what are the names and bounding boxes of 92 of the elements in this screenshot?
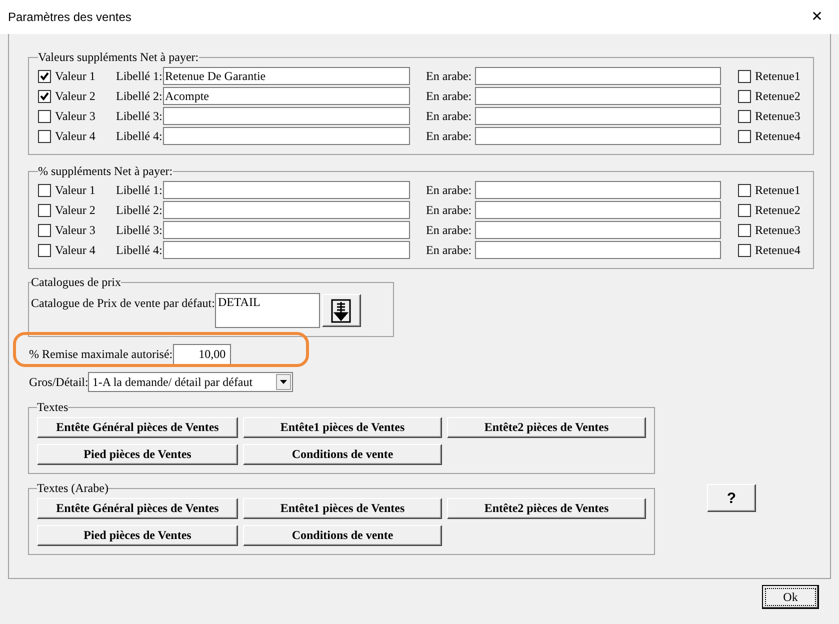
checkbox[interactable] <box>38 224 51 236</box>
text-button[interactable]: Pied pièces de Ventes <box>37 525 238 546</box>
checkbox-label: Valeur 1 <box>55 183 96 197</box>
input-field[interactable]: 10,00 <box>172 344 231 364</box>
checkbox[interactable] <box>738 204 751 216</box>
field-label: Libellé 4: <box>116 129 163 143</box>
checkbox-label: Valeur 2 <box>55 89 96 103</box>
checkbox-label: Valeur 4 <box>55 129 96 143</box>
ok-button[interactable]: Ok <box>762 585 819 609</box>
text-button[interactable]: Pied pièces de Ventes <box>37 444 238 465</box>
checkbox[interactable] <box>38 130 51 142</box>
input-field[interactable] <box>475 87 721 105</box>
field-label: En arabe: <box>426 223 473 237</box>
input-field[interactable] <box>475 201 721 219</box>
checkbox-label: Valeur 3 <box>55 223 96 237</box>
input-field[interactable] <box>475 221 721 239</box>
window-title: Paramètres des ventes <box>8 10 132 24</box>
dropdown[interactable]: 1-A la demande/ détail par défaut <box>88 372 294 392</box>
caret-icon <box>280 380 288 384</box>
checkbox-label: Valeur 1 <box>55 69 96 83</box>
input-field[interactable]: Acompte <box>163 87 410 105</box>
field-label: Libellé 1: <box>116 183 163 197</box>
text-button[interactable]: Conditions de vente <box>243 525 442 546</box>
checkbox-label: Valeur 2 <box>55 203 96 217</box>
checkbox-label: Retenue1 <box>755 69 802 83</box>
checkbox-label: Retenue2 <box>755 89 802 103</box>
group-title: Textes (Arabe) <box>37 481 108 495</box>
checkbox[interactable] <box>738 90 751 102</box>
checkbox[interactable] <box>38 70 51 82</box>
input-field[interactable] <box>475 181 721 199</box>
field-label: En arabe: <box>426 129 473 143</box>
input-field[interactable]: Retenue De Garantie <box>163 67 410 85</box>
checkbox[interactable] <box>38 244 51 256</box>
checkbox[interactable] <box>738 70 751 82</box>
checkbox-label: Retenue4 <box>755 129 802 143</box>
group-title: Catalogues de prix <box>31 275 121 289</box>
input-field[interactable] <box>475 127 721 145</box>
checkbox[interactable] <box>738 110 751 122</box>
input-field[interactable] <box>475 241 721 259</box>
field-label: Catalogue de Prix de vente par défaut: <box>31 296 215 310</box>
field-label: Libellé 2: <box>116 89 163 103</box>
field-label: Libellé 2: <box>116 203 163 217</box>
checkbox[interactable] <box>38 110 51 122</box>
text-button[interactable]: Entête1 pièces de Ventes <box>243 498 442 519</box>
checkbox-label: Retenue3 <box>755 223 802 237</box>
group-title: Valeurs suppléments Net à payer: <box>38 50 199 64</box>
field-label: Libellé 3: <box>116 223 163 237</box>
group-title: % suppléments Net à payer: <box>38 164 173 178</box>
help-button[interactable]: ? <box>707 484 756 512</box>
checkbox[interactable] <box>38 90 51 102</box>
checkbox[interactable] <box>738 224 751 236</box>
field-label: En arabe: <box>426 109 473 123</box>
input-field[interactable] <box>163 181 410 199</box>
checkbox[interactable] <box>738 244 751 256</box>
text-button[interactable]: Conditions de vente <box>243 444 442 465</box>
checkbox-label: Retenue2 <box>755 203 802 217</box>
checkbox-label: Retenue4 <box>755 243 802 257</box>
text-button[interactable]: Entête Général pièces de Ventes <box>37 417 238 438</box>
field-label: En arabe: <box>426 69 473 83</box>
checkbox[interactable] <box>38 204 51 216</box>
input-field[interactable] <box>163 107 410 125</box>
checkbox[interactable] <box>738 184 751 196</box>
checkbox-label: Valeur 3 <box>55 109 96 123</box>
input-field[interactable] <box>163 127 410 145</box>
input-field[interactable]: DETAIL <box>214 293 320 328</box>
text-button[interactable]: Entête2 pièces de Ventes <box>447 498 646 519</box>
group-title: Textes <box>37 400 68 414</box>
field-label: Libellé 1: <box>116 69 163 83</box>
field-label: % Remise maximale autorisé: <box>29 347 173 361</box>
checkbox-label: Valeur 4 <box>55 243 96 257</box>
field-label: Gros/Détail: <box>29 375 88 389</box>
arrow-down-icon <box>331 298 352 322</box>
checkbox[interactable] <box>38 184 51 196</box>
input-field[interactable] <box>163 221 410 239</box>
field-label: En arabe: <box>426 183 473 197</box>
checkbox[interactable] <box>738 130 751 142</box>
checkbox-label: Retenue1 <box>755 183 802 197</box>
input-field[interactable] <box>475 67 721 85</box>
field-label: Libellé 4: <box>116 243 163 257</box>
text-button[interactable]: Entête Général pièces de Ventes <box>37 498 238 519</box>
list-button[interactable] <box>322 294 361 327</box>
text-button[interactable]: Entête1 pièces de Ventes <box>243 417 442 438</box>
close-button[interactable]: ✕ <box>797 2 837 32</box>
field-label: En arabe: <box>426 89 473 103</box>
field-label: En arabe: <box>426 243 473 257</box>
input-field[interactable] <box>163 201 410 219</box>
field-label: Libellé 3: <box>116 109 163 123</box>
input-field[interactable] <box>163 241 410 259</box>
input-field[interactable] <box>475 107 721 125</box>
field-label: En arabe: <box>426 203 473 217</box>
checkbox-label: Retenue3 <box>755 109 802 123</box>
text-button[interactable]: Entête2 pièces de Ventes <box>447 417 646 438</box>
